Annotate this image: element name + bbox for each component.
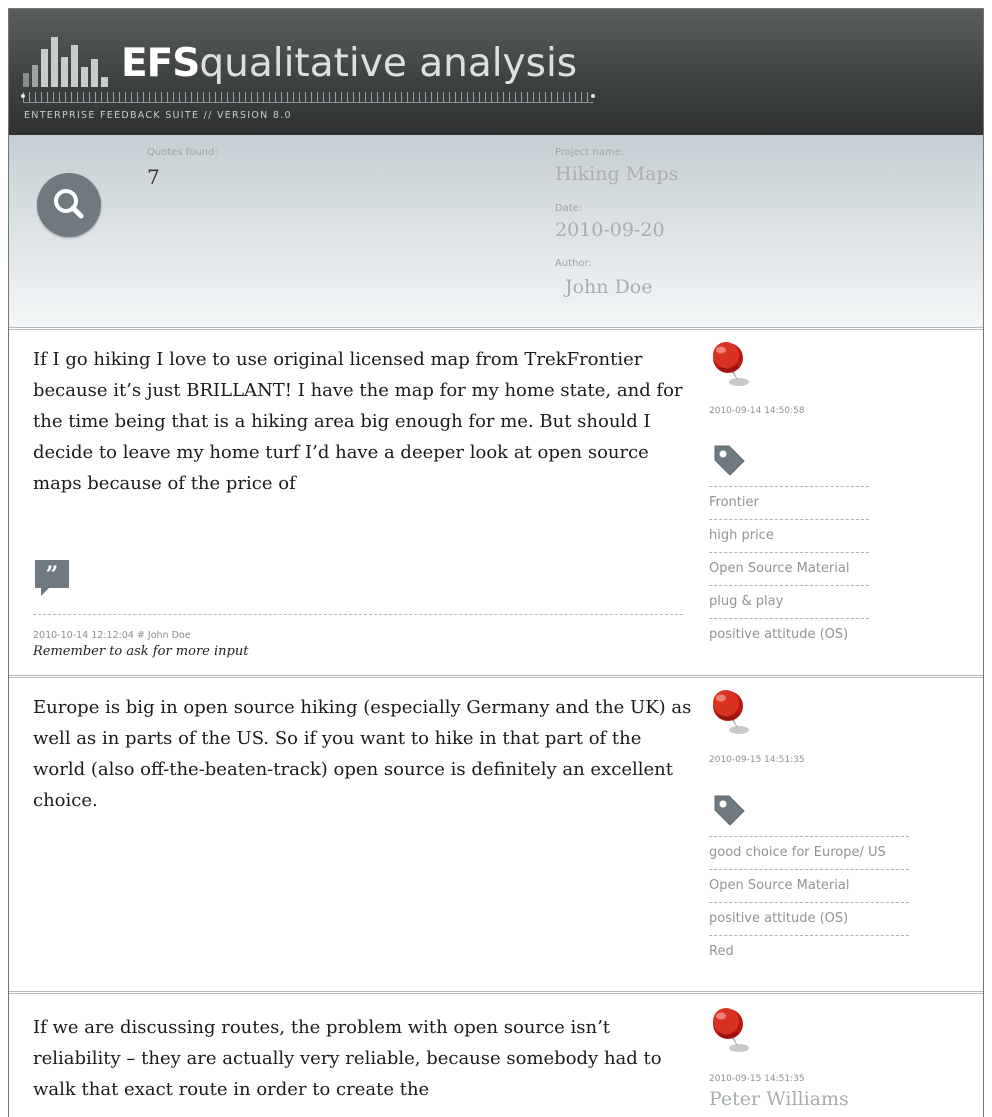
tag-item[interactable]: positive attitude (OS): [709, 618, 869, 651]
logo-bars-icon: [23, 35, 115, 87]
brand-light: qualitative analysis: [199, 41, 578, 86]
app-window: EFSqualitative analysis ENTERPRISE FEEDB…: [8, 8, 984, 1117]
quote-entry: If I go hiking I love to use original li…: [9, 327, 983, 678]
quotes-found-count: 7: [147, 165, 160, 189]
search-button[interactable]: [37, 173, 101, 237]
quote-timestamp: 2010-09-15 14:51:35: [709, 755, 805, 765]
brand-bold: EFS: [121, 41, 200, 86]
ruler-dot: [21, 94, 25, 98]
pushpin-icon[interactable]: [709, 340, 751, 388]
author-value: John Doe: [565, 276, 653, 298]
pushpin-icon[interactable]: [709, 688, 751, 736]
comment-text: Remember to ask for more input: [33, 644, 249, 659]
quote-entry: If we are discussing routes, the problem…: [9, 991, 983, 1117]
quote-timestamp: 2010-09-14 14:50:58: [709, 406, 805, 416]
tag-item[interactable]: good choice for Europe/ US: [709, 836, 909, 869]
quote-author: Peter Williams: [709, 1088, 849, 1110]
quote-text: Europe is big in open source hiking (esp…: [33, 697, 692, 811]
quote-entry: Europe is big in open source hiking (esp…: [9, 675, 983, 996]
tag-item[interactable]: plug & play: [709, 585, 869, 618]
app-title: EFSqualitative analysis: [121, 41, 577, 86]
tag-icon[interactable]: [711, 442, 747, 478]
quote-text: If we are discussing routes, the problem…: [33, 1017, 662, 1100]
pushpin-icon[interactable]: [709, 1006, 751, 1054]
tag-item[interactable]: Open Source Material: [709, 869, 909, 902]
quotes-found-label: Quotes found:: [147, 147, 218, 158]
app-subtitle: ENTERPRISE FEEDBACK SUITE // VERSION 8.0: [24, 110, 292, 121]
ruler-dot: [591, 94, 595, 98]
author-label: Author:: [555, 258, 592, 269]
quote-comment-icon[interactable]: [33, 558, 71, 598]
date-label: Date:: [555, 203, 583, 214]
tag-item[interactable]: high price: [709, 519, 869, 552]
tag-list: Frontier high price Open Source Material…: [709, 486, 869, 651]
tag-item[interactable]: positive attitude (OS): [709, 902, 909, 935]
search-icon: [54, 189, 84, 219]
tag-icon[interactable]: [711, 792, 747, 828]
tag-item[interactable]: Red: [709, 935, 909, 968]
app-header: EFSqualitative analysis ENTERPRISE FEEDB…: [9, 9, 983, 135]
tag-item[interactable]: Open Source Material: [709, 552, 869, 585]
analysis-info-panel: Quotes found: 7 Project name: Hiking Map…: [9, 135, 983, 327]
project-name-label: Project name:: [555, 147, 625, 158]
tag-list: good choice for Europe/ US Open Source M…: [709, 836, 909, 968]
tag-item[interactable]: Frontier: [709, 486, 869, 519]
comment-meta: 2010-10-14 12:12:04 # John Doe: [33, 630, 191, 641]
comment-divider: [33, 614, 683, 615]
ruler-decoration: [23, 92, 593, 103]
quote-text: If I go hiking I love to use original li…: [33, 349, 683, 494]
quote-timestamp: 2010-09-15 14:51:35: [709, 1074, 805, 1084]
date-value: 2010-09-20: [555, 219, 665, 241]
project-name-value: Hiking Maps: [555, 163, 679, 185]
